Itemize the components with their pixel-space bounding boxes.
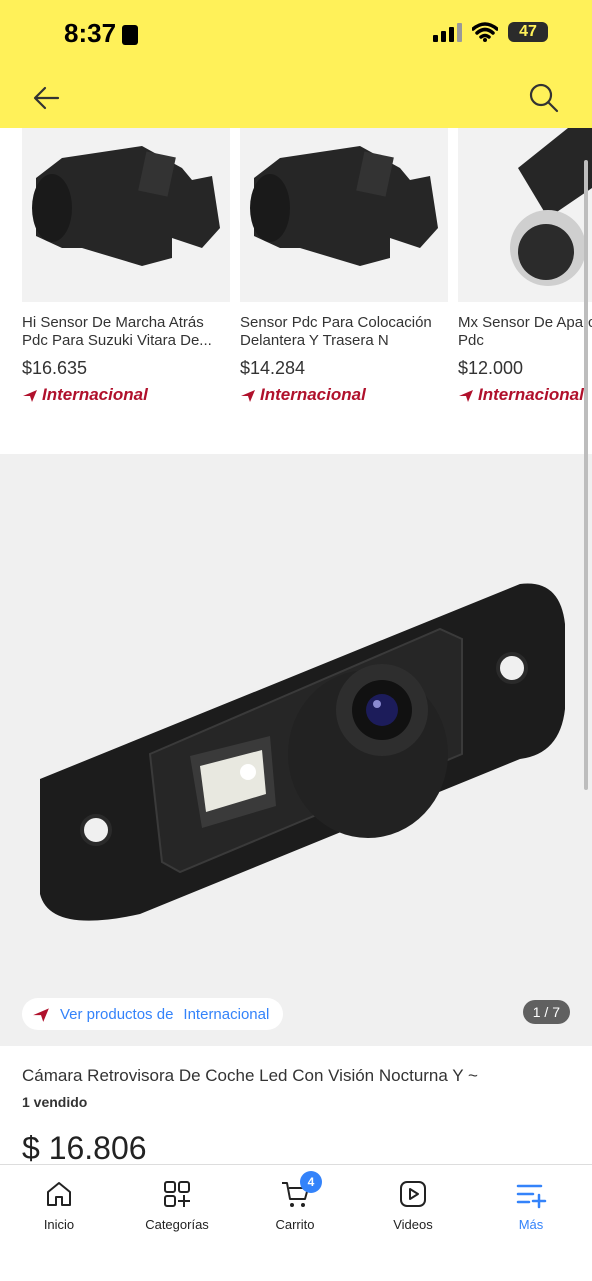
home-icon [47,1182,71,1206]
shipping-label: Internacional [42,385,148,404]
international-products-link[interactable]: Ver productos de Internacional [22,998,284,1030]
airplane-icon [23,390,37,402]
wifi-icon [472,22,498,42]
international-badge: Internacional [458,385,592,405]
menu-plus-icon [516,1184,547,1209]
person-icon [122,25,138,45]
related-products-carousel[interactable]: Hi Sensor De Marcha Atrás Pdc Para Suzuk… [0,128,592,454]
product-card[interactable]: Hi Sensor De Marcha Atrás Pdc Para Suzuk… [22,128,230,405]
status-indicators: 47 [433,22,548,42]
tab-inicio[interactable]: Inicio [0,1179,118,1232]
tab-mas[interactable]: Más [472,1179,590,1232]
airplane-icon [241,390,255,402]
international-link-strong: Internacional [183,1005,270,1023]
product-thumbnail [240,128,448,302]
product-price: $12.000 [458,358,524,378]
tab-label: Categorías [145,1217,209,1232]
airplane-icon [33,1008,49,1022]
tab-label: Más [518,1217,544,1232]
product-thumbnail [22,128,230,302]
product-title: Hi Sensor De Marcha Atrás Pdc Para Suzuk… [22,314,212,349]
status-bar: 8:37 47 [0,0,592,64]
scrollbar[interactable] [584,160,588,790]
back-button[interactable] [28,80,68,116]
bottom-tab-bar: Inicio Categorías 4 Carrito Videos Más [0,1164,592,1281]
product-title: Mx Sensor De Aparcamiento Pdc [458,314,592,349]
product-image-gallery[interactable]: Ver productos de Internacional 1 / 7 [0,454,592,1046]
product-title-main: Cámara Retrovisora De Coche Led Con Visi… [22,1066,478,1085]
video-icon [400,1181,426,1207]
image-counter: 1 / 7 [522,1000,570,1024]
product-card[interactable]: Mx Sensor De Aparcamiento Pdc $12.000 In… [458,128,592,405]
tab-carrito[interactable]: 4 Carrito [236,1171,354,1232]
sold-count: 1 vendido [22,1094,88,1110]
product-thumbnail [458,128,592,302]
international-link-prefix: Ver productos de [60,1005,174,1023]
signal-icon [433,22,462,42]
search-button[interactable] [526,80,562,116]
arrow-left-icon [33,86,60,110]
airplane-icon [459,390,473,402]
status-time: 8:37 [64,18,117,48]
product-card[interactable]: Sensor Pdc Para Colocación Delantera Y T… [240,128,448,405]
product-price-main: $ 16.806 [22,1130,147,1166]
tab-categorias[interactable]: Categorías [118,1179,236,1232]
categories-icon [164,1181,190,1207]
product-image [40,583,565,921]
international-badge: Internacional [22,385,230,405]
cart-count-badge: 4 [300,1171,322,1193]
product-price: $16.635 [22,358,88,378]
tab-label: Carrito [275,1217,315,1232]
product-title: Sensor Pdc Para Colocación Delantera Y T… [240,314,432,349]
app-bar [0,64,592,128]
tab-videos[interactable]: Videos [354,1179,472,1232]
shipping-label: Internacional [260,385,366,404]
search-icon [529,83,559,113]
international-badge: Internacional [240,385,448,405]
battery-indicator: 47 [508,22,548,42]
shipping-label: Internacional [478,385,584,404]
product-price: $14.284 [240,358,306,378]
tab-label: Inicio [43,1217,75,1232]
tab-label: Videos [393,1217,433,1232]
